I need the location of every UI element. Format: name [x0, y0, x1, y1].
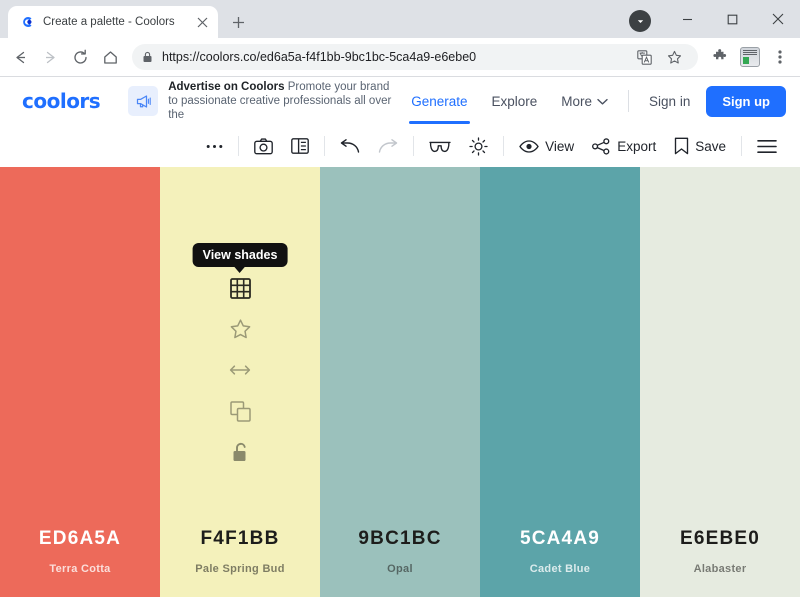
drag-horizontal-icon[interactable] [229, 359, 251, 381]
three-dot-menu-icon[interactable] [766, 43, 794, 71]
palette-toolbar: View Export Save [0, 125, 800, 167]
page-content: coolors Advertise on Coolors Promote you… [0, 77, 800, 597]
advertise-banner[interactable]: Advertise on Coolors Promote your brand … [128, 80, 399, 122]
save-label: Save [695, 138, 726, 154]
palette-swatch[interactable]: View shades F4F1BB Pale Spring Bud [160, 167, 320, 597]
window-controls [629, 0, 800, 38]
sign-up-button[interactable]: Sign up [706, 85, 786, 117]
close-button[interactable] [755, 3, 800, 35]
swatch-hex[interactable]: E6EBE0 [680, 528, 760, 550]
view-shades-grid-icon[interactable] [229, 277, 251, 299]
back-arrow-icon[interactable] [6, 43, 34, 71]
toolbar-divider-4 [503, 136, 505, 156]
undo-button[interactable] [331, 125, 369, 167]
tab-title: Create a palette - Coolors [43, 16, 175, 28]
export-button[interactable]: Export [583, 125, 665, 167]
colorblind-glasses-button[interactable] [420, 125, 460, 167]
toolbar-divider-2 [324, 136, 326, 156]
palette-swatch[interactable]: E6EBE0 Alabaster [640, 167, 800, 597]
view-label: View [545, 138, 575, 154]
favorite-star-icon[interactable] [229, 318, 251, 340]
swatch-color-name: Terra Cotta [49, 563, 111, 575]
toolbar-divider-3 [413, 136, 415, 156]
browser-toolbar: https://coolors.co/ed6a5a-f4f1bb-9bc1bc-… [0, 38, 800, 76]
profile-chevron-icon[interactable] [629, 10, 651, 32]
omnibox-actions [630, 44, 688, 70]
new-tab-button[interactable] [224, 8, 252, 36]
nav-item-explore[interactable]: Explore [480, 80, 550, 123]
home-icon[interactable] [96, 43, 124, 71]
swatch-hex[interactable]: 9BC1BC [358, 528, 441, 550]
browser-window: Create a palette - Coolors https://coolo… [0, 0, 800, 597]
bookmark-star-icon[interactable] [660, 44, 688, 70]
redo-button[interactable] [369, 125, 407, 167]
swatch-color-name: Cadet Blue [529, 563, 591, 575]
tab-close-icon[interactable] [194, 14, 210, 30]
camera-button[interactable] [245, 125, 282, 167]
nav-label-more: More [561, 93, 593, 109]
sign-in-link[interactable]: Sign in [637, 94, 702, 109]
swatch-action-bar [160, 277, 320, 463]
color-palette: ED6A5A Terra Cotta View shades F4F1BB Pa… [0, 167, 800, 597]
coolors-favicon-icon [19, 14, 35, 30]
palette-swatch[interactable]: 5CA4A9 Cadet Blue [480, 167, 640, 597]
nav-label-explore: Explore [491, 93, 538, 109]
nav-divider [628, 90, 630, 112]
palette-swatch[interactable]: 9BC1BC Opal [320, 167, 480, 597]
swatch-hex[interactable]: 5CA4A9 [520, 528, 600, 550]
site-header: coolors Advertise on Coolors Promote you… [0, 77, 800, 125]
nav-item-generate[interactable]: Generate [399, 80, 479, 124]
forward-arrow-icon[interactable] [36, 43, 64, 71]
swatch-hex[interactable]: F4F1BB [201, 528, 280, 550]
swatch-color-name: Opal [387, 563, 413, 575]
toolbar-divider-5 [741, 136, 742, 156]
advertise-headline: Advertise on Coolors [168, 81, 285, 93]
view-button[interactable]: View [510, 125, 583, 167]
lock-icon [142, 51, 154, 63]
copy-hex-icon[interactable] [229, 400, 251, 422]
reload-icon[interactable] [66, 43, 94, 71]
hamburger-menu-button[interactable] [748, 125, 786, 167]
tab-strip: Create a palette - Coolors [0, 0, 800, 38]
maximize-button[interactable] [710, 3, 755, 35]
translate-icon[interactable] [630, 44, 658, 70]
advertise-text: Advertise on Coolors Promote your brand … [168, 80, 399, 122]
more-options-button[interactable] [197, 125, 232, 167]
palette-swatch[interactable]: ED6A5A Terra Cotta [0, 167, 160, 597]
unlock-icon[interactable] [229, 441, 251, 463]
address-bar-url: https://coolors.co/ed6a5a-f4f1bb-9bc1bc-… [162, 50, 477, 64]
nav-label-generate: Generate [411, 93, 468, 109]
address-bar[interactable]: https://coolors.co/ed6a5a-f4f1bb-9bc1bc-… [132, 44, 698, 70]
megaphone-icon [128, 86, 159, 116]
browser-tab[interactable]: Create a palette - Coolors [8, 6, 218, 38]
extensions-puzzle-icon[interactable] [706, 43, 734, 71]
chevron-down-icon [597, 94, 608, 109]
brightness-sun-button[interactable] [460, 125, 497, 167]
view-shades-tooltip: View shades [192, 243, 288, 267]
profile-avatar[interactable] [736, 43, 764, 71]
swatch-hex[interactable]: ED6A5A [39, 528, 121, 550]
adjust-panel-button[interactable] [282, 125, 318, 167]
save-button[interactable]: Save [665, 125, 735, 167]
minimize-button[interactable] [665, 3, 710, 35]
swatch-color-name: Alabaster [693, 563, 747, 575]
site-nav: Generate Explore More Sign in Sign up [399, 80, 786, 124]
export-label: Export [617, 138, 657, 154]
swatch-color-name: Pale Spring Bud [195, 563, 285, 575]
toolbar-divider-1 [238, 136, 240, 156]
nav-item-more[interactable]: More [549, 80, 620, 123]
coolors-logo[interactable]: coolors [22, 89, 101, 113]
